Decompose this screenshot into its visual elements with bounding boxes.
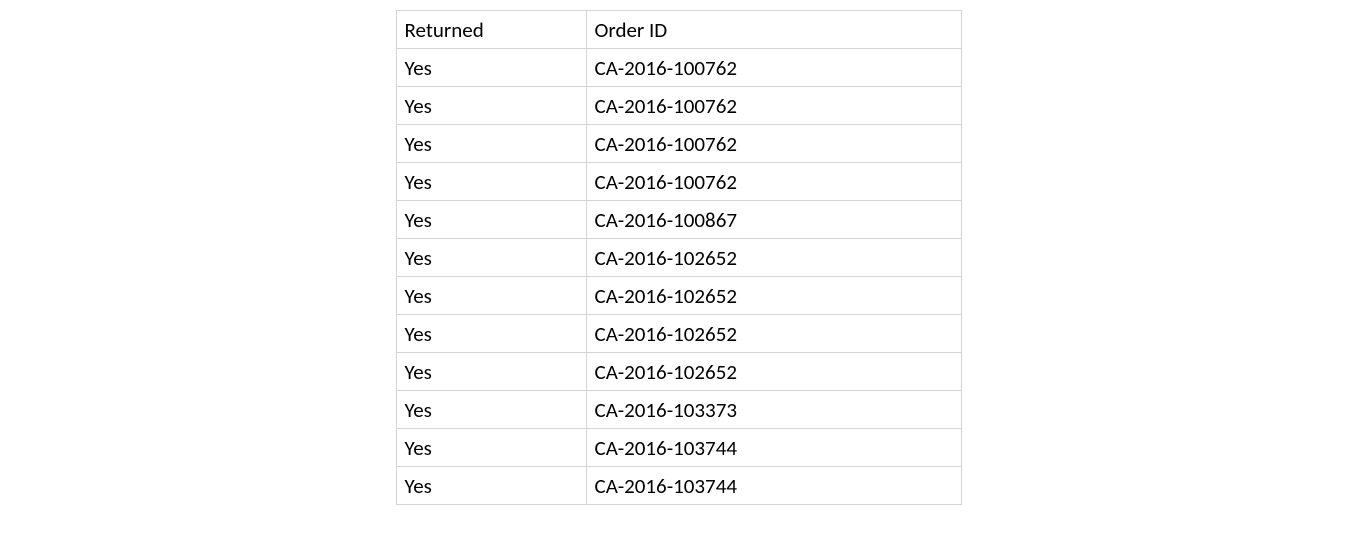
table-row: Yes CA-2016-100762	[396, 87, 961, 125]
header-returned[interactable]: Returned	[396, 11, 586, 49]
returns-table[interactable]: Returned Order ID Yes CA-2016-100762 Yes…	[396, 10, 962, 505]
table-row: Yes CA-2016-103744	[396, 467, 961, 505]
table-row: Yes CA-2016-102652	[396, 239, 961, 277]
cell-order-id[interactable]: CA-2016-102652	[586, 315, 961, 353]
cell-returned[interactable]: Yes	[396, 87, 586, 125]
table-row: Yes CA-2016-103744	[396, 429, 961, 467]
cell-order-id[interactable]: CA-2016-102652	[586, 239, 961, 277]
cell-order-id[interactable]: CA-2016-100867	[586, 201, 961, 239]
cell-returned[interactable]: Yes	[396, 163, 586, 201]
header-order-id[interactable]: Order ID	[586, 11, 961, 49]
cell-order-id[interactable]: CA-2016-102652	[586, 353, 961, 391]
cell-returned[interactable]: Yes	[396, 277, 586, 315]
cell-order-id[interactable]: CA-2016-100762	[586, 49, 961, 87]
cell-returned[interactable]: Yes	[396, 239, 586, 277]
table-body: Returned Order ID Yes CA-2016-100762 Yes…	[396, 11, 961, 505]
cell-order-id[interactable]: CA-2016-103744	[586, 429, 961, 467]
table-row: Yes CA-2016-102652	[396, 315, 961, 353]
cell-returned[interactable]: Yes	[396, 353, 586, 391]
cell-order-id[interactable]: CA-2016-100762	[586, 125, 961, 163]
cell-returned[interactable]: Yes	[396, 467, 586, 505]
table-row: Yes CA-2016-100762	[396, 125, 961, 163]
header-row: Returned Order ID	[396, 11, 961, 49]
cell-order-id[interactable]: CA-2016-102652	[586, 277, 961, 315]
cell-returned[interactable]: Yes	[396, 49, 586, 87]
cell-returned[interactable]: Yes	[396, 391, 586, 429]
table-row: Yes CA-2016-102652	[396, 353, 961, 391]
table-row: Yes CA-2016-100867	[396, 201, 961, 239]
cell-returned[interactable]: Yes	[396, 125, 586, 163]
cell-order-id[interactable]: CA-2016-100762	[586, 87, 961, 125]
cell-returned[interactable]: Yes	[396, 201, 586, 239]
cell-order-id[interactable]: CA-2016-103373	[586, 391, 961, 429]
cell-returned[interactable]: Yes	[396, 315, 586, 353]
cell-order-id[interactable]: CA-2016-103744	[586, 467, 961, 505]
cell-returned[interactable]: Yes	[396, 429, 586, 467]
table-row: Yes CA-2016-103373	[396, 391, 961, 429]
table-row: Yes CA-2016-100762	[396, 49, 961, 87]
table-row: Yes CA-2016-102652	[396, 277, 961, 315]
cell-order-id[interactable]: CA-2016-100762	[586, 163, 961, 201]
table-row: Yes CA-2016-100762	[396, 163, 961, 201]
